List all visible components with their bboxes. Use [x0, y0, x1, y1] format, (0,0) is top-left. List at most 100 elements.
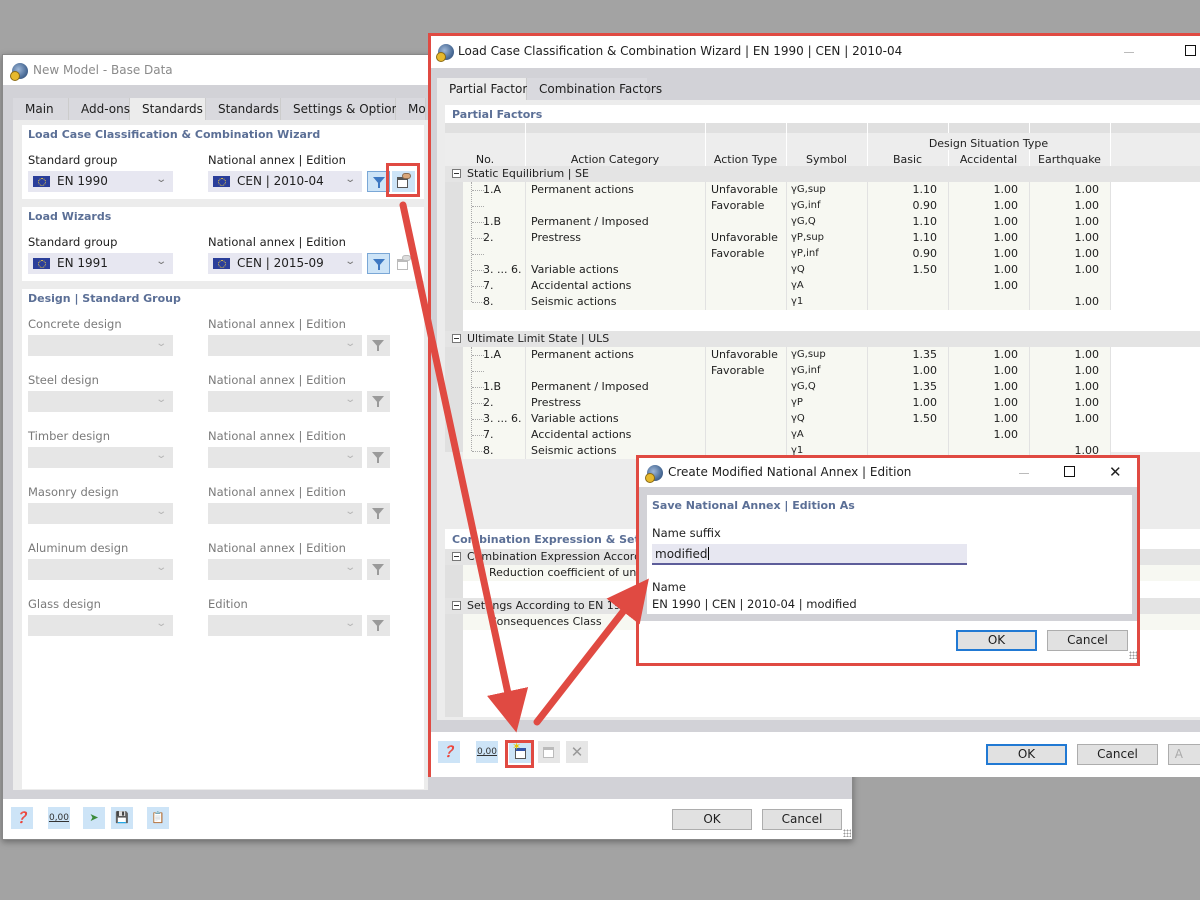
col-header-earthquake[interactable]: Earthquake: [1029, 153, 1110, 166]
cell-earthquake[interactable]: 1.00: [1039, 199, 1100, 212]
cell-earthquake[interactable]: 1.00: [1039, 183, 1100, 196]
design-annex-select[interactable]: ⌄: [208, 391, 362, 412]
lw-standard-group-select[interactable]: EN 1991 ⌄: [28, 253, 173, 274]
cell-accidental[interactable]: 1.00: [958, 231, 1019, 244]
cell-accidental[interactable]: 1.00: [958, 396, 1019, 409]
table-row[interactable]: 7. Accidental actions γA 1.00: [463, 427, 1110, 443]
cell-earthquake[interactable]: 1.00: [1039, 215, 1100, 228]
tab-main[interactable]: Main: [13, 98, 69, 120]
table-row[interactable]: 1.A Permanent actions Unfavorable γG,sup…: [463, 182, 1110, 198]
units-icon[interactable]: 0,00: [476, 741, 498, 763]
col-header-action-type[interactable]: Action Type: [705, 153, 786, 166]
cell-accidental[interactable]: 1.00: [958, 199, 1019, 212]
col-header-action-category[interactable]: Action Category: [525, 153, 705, 166]
cell-earthquake[interactable]: 1.00: [1039, 295, 1100, 308]
tab-partial-factors[interactable]: Partial Factors: [437, 78, 534, 100]
design-annex-select[interactable]: ⌄: [208, 559, 362, 580]
collapse-icon[interactable]: [452, 334, 461, 343]
design-standard-select[interactable]: ⌄: [28, 335, 173, 356]
design-filter-button[interactable]: [367, 335, 390, 356]
collapse-icon[interactable]: [452, 601, 461, 610]
table-row[interactable]: 1.B Permanent / Imposed γG,Q 1.35 1.00 1…: [463, 379, 1110, 395]
design-filter-button[interactable]: [367, 391, 390, 412]
cell-basic[interactable]: 1.10: [877, 215, 938, 228]
design-standard-select[interactable]: ⌄: [28, 447, 173, 468]
design-filter-button[interactable]: [367, 615, 390, 636]
cell-basic[interactable]: 1.10: [877, 231, 938, 244]
table-row[interactable]: Favorable γG,inf 0.90 1.00 1.00: [463, 198, 1110, 214]
lw-edit-annex-button[interactable]: [392, 253, 415, 274]
cell-accidental[interactable]: 1.00: [958, 364, 1019, 377]
design-filter-button[interactable]: [367, 503, 390, 524]
cell-basic[interactable]: 0.90: [877, 247, 938, 260]
minimize-button[interactable]: [1124, 52, 1134, 53]
cell-earthquake[interactable]: 1.00: [1039, 412, 1100, 425]
design-annex-select[interactable]: ⌄: [208, 335, 362, 356]
wizard-apply-button[interactable]: A: [1168, 744, 1200, 765]
cell-accidental[interactable]: 1.00: [958, 263, 1019, 276]
resize-grip[interactable]: [843, 829, 851, 837]
table-row[interactable]: 3. ... 6. Variable actions γQ 1.50 1.00 …: [463, 262, 1110, 278]
table-row[interactable]: 3. ... 6. Variable actions γQ 1.50 1.00 …: [463, 411, 1110, 427]
cell-basic[interactable]: 1.00: [877, 396, 938, 409]
cell-earthquake[interactable]: 1.00: [1039, 231, 1100, 244]
lcc-annex-select[interactable]: CEN | 2010-04 ⌄: [208, 171, 362, 192]
design-filter-button[interactable]: [367, 447, 390, 468]
base-ok-button[interactable]: OK: [672, 809, 752, 830]
cell-accidental[interactable]: 1.00: [958, 380, 1019, 393]
cell-basic[interactable]: 1.35: [877, 348, 938, 361]
delete-button[interactable]: ✕: [566, 741, 588, 763]
name-suffix-input[interactable]: modified: [652, 544, 967, 565]
base-cancel-button[interactable]: Cancel: [762, 809, 842, 830]
report-icon[interactable]: 📋: [147, 807, 169, 829]
table-row[interactable]: 2. Prestress Unfavorable γP,sup 1.10 1.0…: [463, 230, 1110, 246]
col-header-symbol[interactable]: Symbol: [786, 153, 867, 166]
help-icon[interactable]: ❓: [11, 807, 33, 829]
modal-ok-button[interactable]: OK: [956, 630, 1037, 651]
design-annex-select[interactable]: ⌄: [208, 447, 362, 468]
cell-accidental[interactable]: 1.00: [958, 279, 1019, 292]
cell-accidental[interactable]: 1.00: [958, 215, 1019, 228]
grid-group-row[interactable]: Ultimate Limit State | ULS: [445, 331, 1200, 347]
modal-titlebar[interactable]: Create Modified National Annex | Edition…: [639, 458, 1137, 487]
cell-basic[interactable]: 1.35: [877, 380, 938, 393]
wizard-cancel-button[interactable]: Cancel: [1077, 744, 1158, 765]
table-row[interactable]: Favorable γG,inf 1.00 1.00 1.00: [463, 363, 1110, 379]
cell-accidental[interactable]: 1.00: [958, 412, 1019, 425]
table-row[interactable]: 1.B Permanent / Imposed γG,Q 1.10 1.00 1…: [463, 214, 1110, 230]
tab-settings-options[interactable]: Settings & Options: [281, 98, 406, 120]
units-icon[interactable]: 0,00: [48, 807, 70, 829]
cell-earthquake[interactable]: 1.00: [1039, 396, 1100, 409]
lw-filter-button[interactable]: [367, 253, 390, 274]
table-row[interactable]: Favorable γP,inf 0.90 1.00 1.00: [463, 246, 1110, 262]
cell-basic[interactable]: 1.50: [877, 263, 938, 276]
cell-accidental[interactable]: 1.00: [958, 247, 1019, 260]
edit-annex-button[interactable]: [538, 741, 560, 763]
tab-combination-factors[interactable]: Combination Factors: [527, 78, 662, 100]
col-header-no[interactable]: No.: [445, 153, 525, 166]
import-icon[interactable]: ➤: [83, 807, 105, 829]
design-filter-button[interactable]: [367, 559, 390, 580]
design-standard-select[interactable]: ⌄: [28, 503, 173, 524]
cell-basic[interactable]: 0.90: [877, 199, 938, 212]
grid-group-row[interactable]: Static Equilibrium | SE: [445, 166, 1200, 182]
cell-accidental[interactable]: 1.00: [958, 428, 1019, 441]
col-header-basic[interactable]: Basic: [867, 153, 948, 166]
maximize-button[interactable]: [1185, 45, 1196, 56]
lw-annex-select[interactable]: CEN | 2015-09 ⌄: [208, 253, 362, 274]
tab-add-ons[interactable]: Add-ons: [69, 98, 130, 120]
cell-earthquake[interactable]: 1.00: [1039, 380, 1100, 393]
maximize-button[interactable]: [1064, 466, 1075, 477]
tab-standards-ii[interactable]: Standards II: [206, 98, 290, 120]
cell-basic[interactable]: 1.50: [877, 412, 938, 425]
cell-earthquake[interactable]: 1.00: [1039, 247, 1100, 260]
cell-earthquake[interactable]: 1.00: [1039, 263, 1100, 276]
col-header-accidental[interactable]: Accidental: [948, 153, 1029, 166]
tab-model[interactable]: Mod: [396, 98, 426, 120]
table-row[interactable]: 7. Accidental actions γA 1.00: [463, 278, 1110, 294]
collapse-icon[interactable]: [452, 552, 461, 561]
close-button[interactable]: ✕: [1109, 465, 1122, 480]
cell-accidental[interactable]: 1.00: [958, 183, 1019, 196]
resize-grip[interactable]: [1129, 651, 1137, 659]
design-standard-select[interactable]: ⌄: [28, 559, 173, 580]
